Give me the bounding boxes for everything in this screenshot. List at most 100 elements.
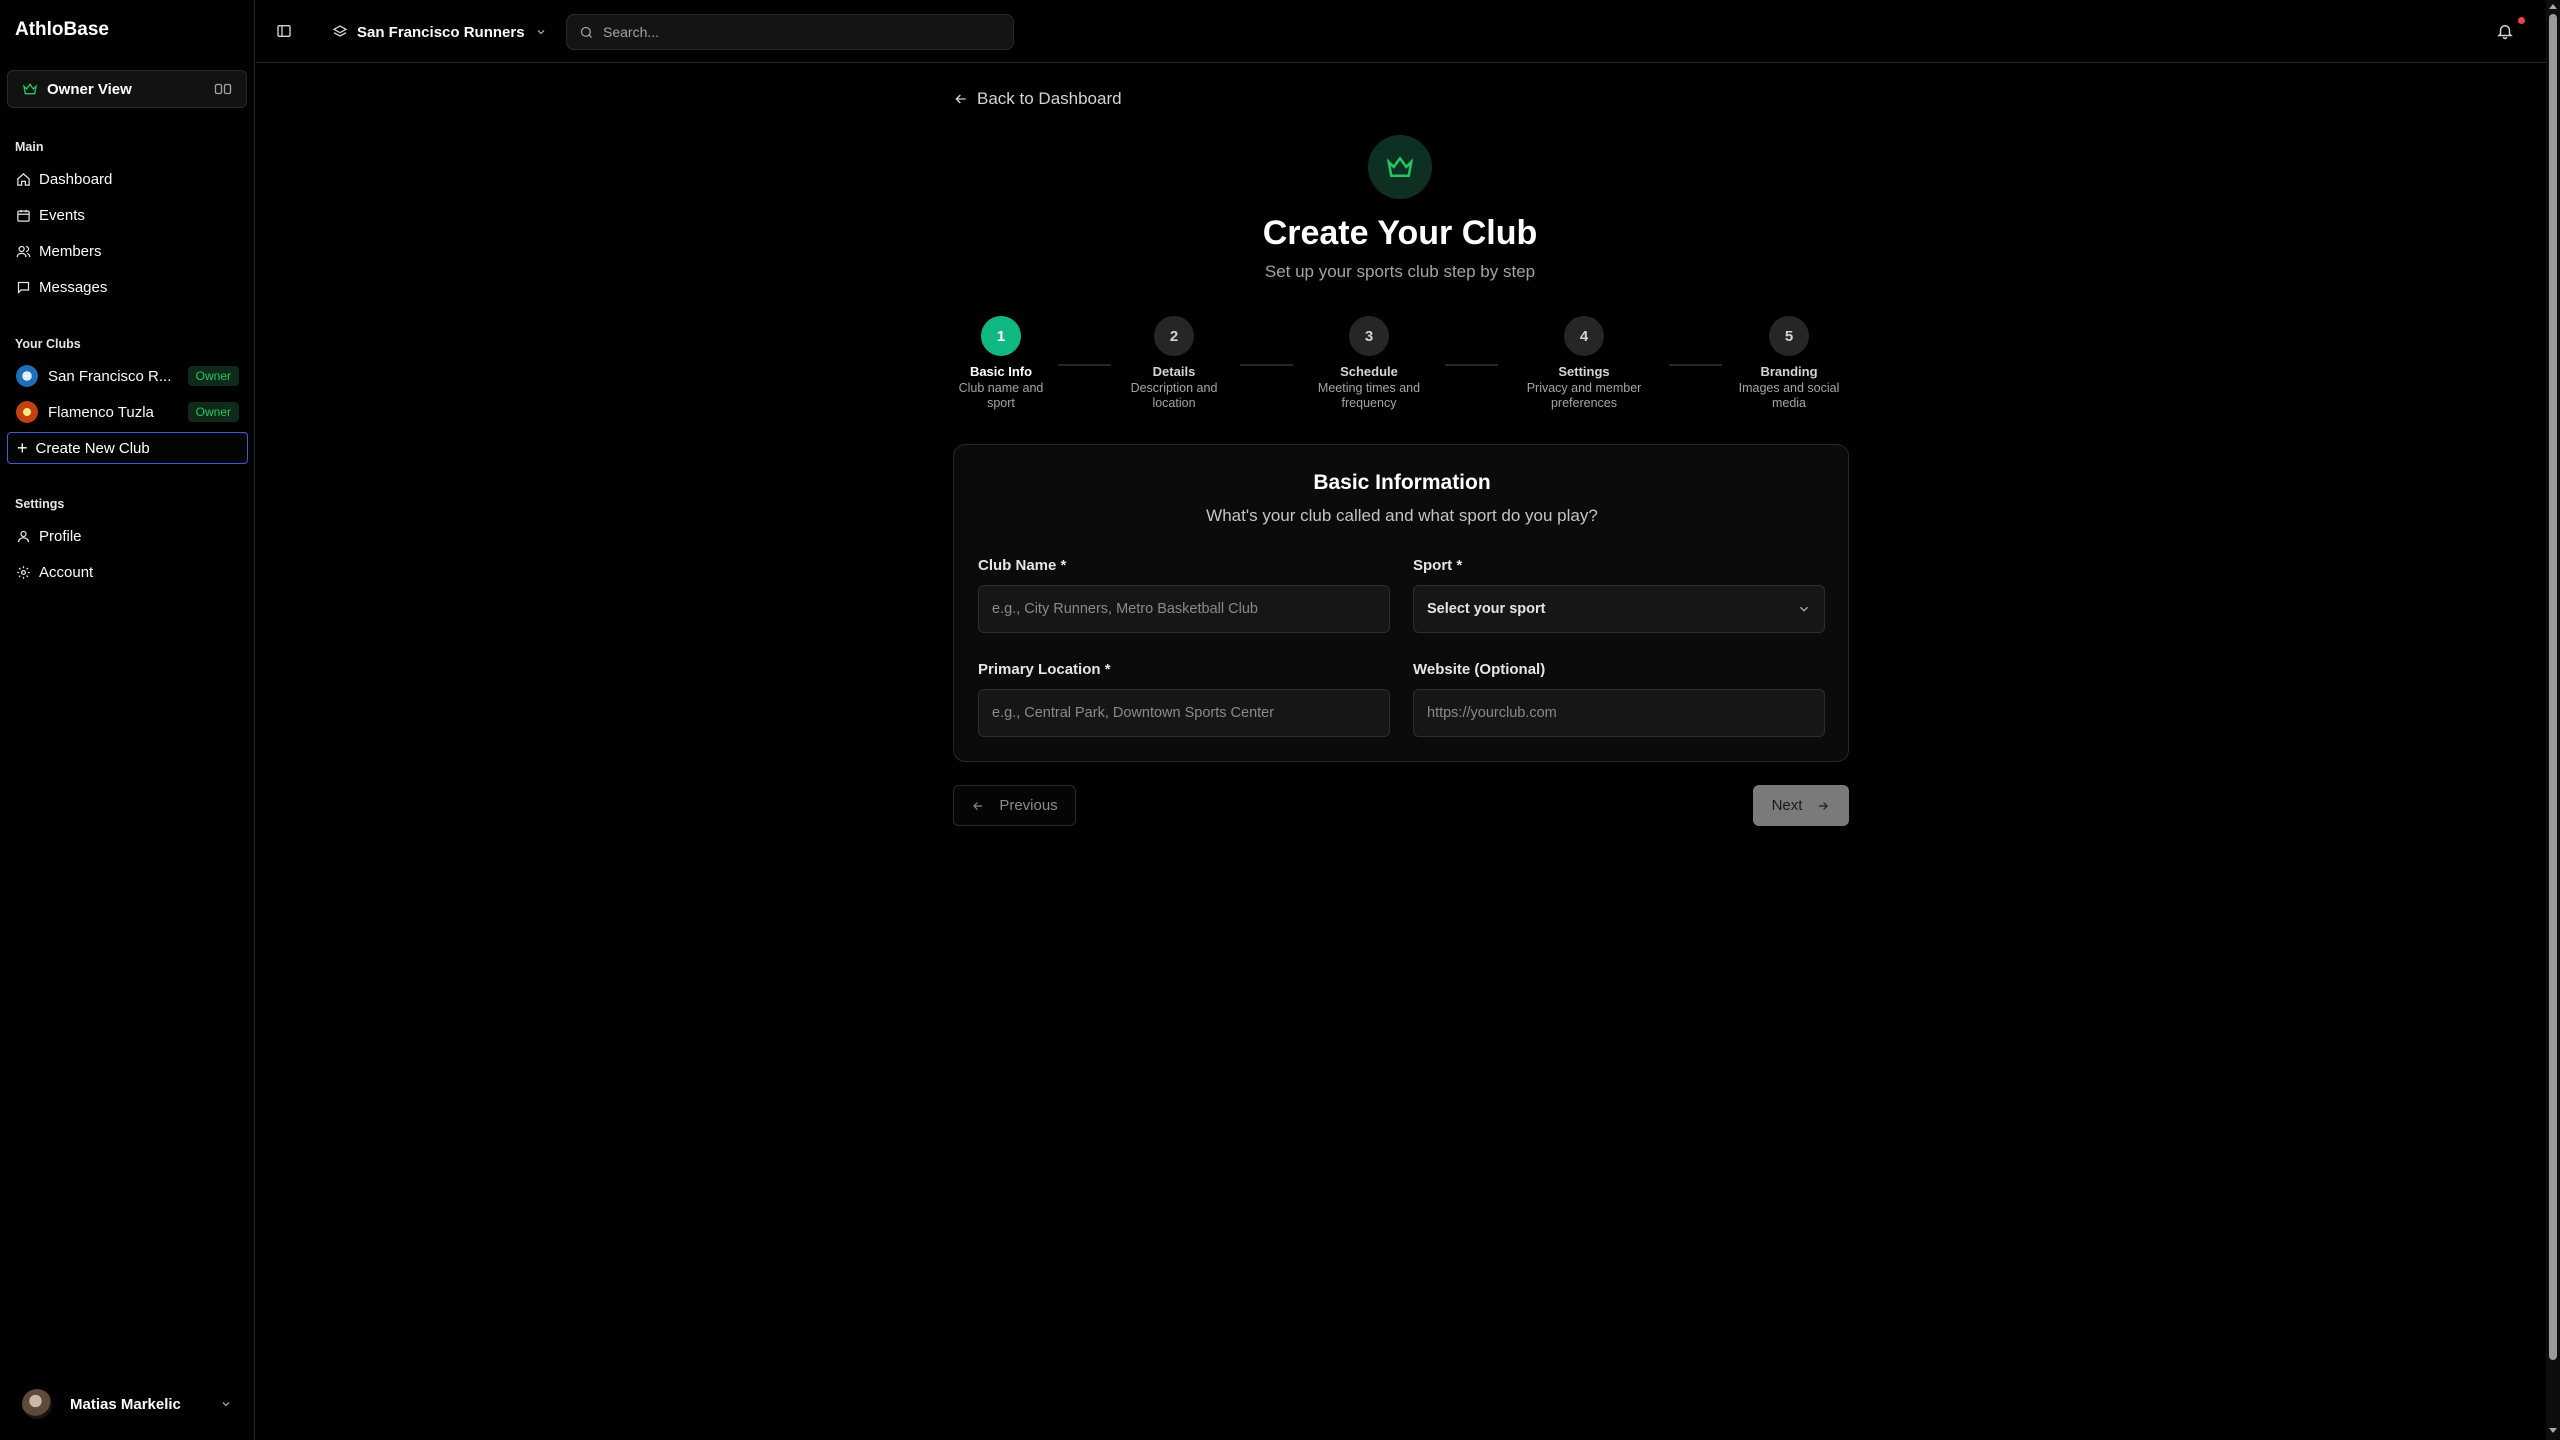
hero-badge [1368, 135, 1432, 199]
user-name: Matias Markelic [70, 1395, 181, 1413]
sidebar-toggle-icon[interactable] [276, 23, 292, 39]
club-switcher[interactable]: San Francisco Runners [332, 19, 547, 45]
card-subtitle: What's your club called and what sport d… [1206, 506, 1598, 525]
arrow-right-icon [1819, 801, 1829, 810]
main-section-title: Main [15, 140, 44, 154]
nav-item-events[interactable]: Events [7, 199, 247, 231]
message-icon [17, 281, 30, 294]
crown-icon [22, 83, 38, 95]
settings-section-title: Settings [15, 497, 65, 511]
location-label: Primary Location * [978, 661, 1111, 678]
step-basic-info[interactable]: 1 Basic Info Club name and sport [941, 316, 1061, 411]
page-subtitle: Set up your sports club step by step [1264, 262, 1536, 281]
club-name-label: Club Name * [978, 557, 1067, 574]
user-icon [17, 530, 30, 542]
club-name: Flamenco Tuzla [48, 403, 154, 421]
next-label: Next [1771, 797, 1803, 814]
chevron-down-icon [537, 30, 545, 35]
card-title: Basic Information [1313, 471, 1491, 494]
chevron-down-icon [222, 1402, 230, 1407]
scroll-thumb[interactable] [2549, 14, 2557, 1360]
step-branding[interactable]: 5 Branding Images and social media [1729, 316, 1849, 411]
step-number: 4 [1564, 316, 1604, 356]
calendar-icon [17, 209, 30, 222]
sport-select-value: Select your sport [1427, 601, 1546, 617]
previous-label: Previous [999, 797, 1058, 814]
sport-select[interactable]: Select your sport [1413, 585, 1825, 633]
nav-item-profile[interactable]: Profile [7, 520, 247, 552]
scroll-up-arrow-icon[interactable] [2549, 4, 2557, 9]
nav-item-dashboard[interactable]: Dashboard [7, 163, 247, 195]
club-item-flamenco-tuzla[interactable]: Flamenco Tuzla Owner [7, 396, 247, 428]
step-desc: preferences [1550, 396, 1617, 410]
step-schedule[interactable]: 3 Schedule Meeting times and frequency [1309, 316, 1429, 411]
step-title: Basic Info [969, 364, 1033, 379]
club-item-san-francisco-runners[interactable]: San Francisco R... Owner [7, 360, 247, 392]
brand-logo[interactable]: AthloBase [15, 19, 109, 41]
create-new-club-button[interactable]: + Create New Club [7, 432, 248, 464]
nav-item-messages[interactable]: Messages [7, 271, 247, 303]
owner-badge: Owner [187, 366, 239, 386]
step-desc: Privacy and member [1526, 381, 1642, 395]
notification-dot [2518, 17, 2525, 24]
nav-item-account[interactable]: Account [7, 556, 247, 588]
step-desc: frequency [1341, 396, 1397, 410]
previous-button[interactable]: Previous [953, 785, 1076, 826]
step-number: 2 [1154, 316, 1194, 356]
website-label: Website (Optional) [1413, 661, 1546, 678]
club-avatar [16, 365, 38, 387]
avatar [22, 1389, 52, 1419]
step-details[interactable]: 2 Details Description and location [1114, 316, 1234, 411]
location-field [978, 689, 1390, 737]
step-settings[interactable]: 4 Settings Privacy and member preference… [1524, 316, 1644, 411]
club-name: San Francisco R... [48, 367, 172, 385]
sidebar: AthloBase Owner View Main Dashboard Even… [0, 0, 255, 1440]
step-connector [1669, 364, 1722, 366]
scroll-down-arrow-icon[interactable] [2549, 1428, 2557, 1433]
step-connector [1240, 364, 1293, 366]
step-desc: sport [987, 396, 1015, 410]
home-icon [17, 172, 30, 186]
layers-icon [332, 25, 348, 37]
owner-view-button[interactable]: Owner View [7, 70, 247, 108]
chevron-down-icon [1799, 606, 1809, 612]
switch-view-icon[interactable] [214, 82, 232, 96]
club-avatar [16, 401, 38, 423]
current-club-name: San Francisco Runners [357, 23, 525, 41]
clubs-section-title: Your Clubs [15, 337, 81, 351]
club-name-input[interactable] [992, 601, 1376, 617]
next-button[interactable]: Next [1753, 785, 1849, 826]
back-label: Back to Dashboard [977, 89, 1122, 108]
step-number: 1 [981, 316, 1021, 356]
search-box [566, 14, 1014, 50]
step-title: Schedule [1340, 364, 1398, 379]
back-to-dashboard-link[interactable]: Back to Dashboard [953, 89, 1122, 109]
step-connector [1058, 364, 1111, 366]
nav-label: Account [39, 563, 94, 581]
topbar: San Francisco Runners [256, 0, 2546, 63]
search-input[interactable] [603, 24, 983, 40]
nav-item-members[interactable]: Members [7, 235, 247, 267]
gear-icon [17, 565, 30, 579]
nav-label: Members [39, 242, 102, 260]
owner-badge: Owner [187, 402, 239, 422]
step-title: Details [1152, 364, 1196, 379]
user-menu[interactable]: Matias Markelic [22, 1388, 232, 1420]
step-title: Settings [1558, 364, 1610, 379]
nav-label: Events [39, 206, 85, 224]
owner-view-label: Owner View [47, 80, 132, 98]
app-root: AthloBase Owner View Main Dashboard Even… [0, 0, 2560, 1440]
step-desc: Meeting times and [1317, 381, 1421, 395]
step-desc: Club name and [958, 381, 1044, 395]
page-scrollbar[interactable] [2546, 0, 2560, 1440]
step-number: 5 [1769, 316, 1809, 356]
step-title: Branding [1760, 364, 1818, 379]
location-input[interactable] [992, 705, 1376, 721]
step-desc: media [1771, 396, 1807, 410]
step-desc: Images and social [1738, 381, 1840, 395]
search-icon [580, 26, 592, 38]
arrow-left-icon [973, 801, 983, 810]
nav-label: Messages [39, 278, 108, 296]
website-input[interactable] [1427, 705, 1811, 721]
bell-icon[interactable] [2496, 22, 2514, 40]
